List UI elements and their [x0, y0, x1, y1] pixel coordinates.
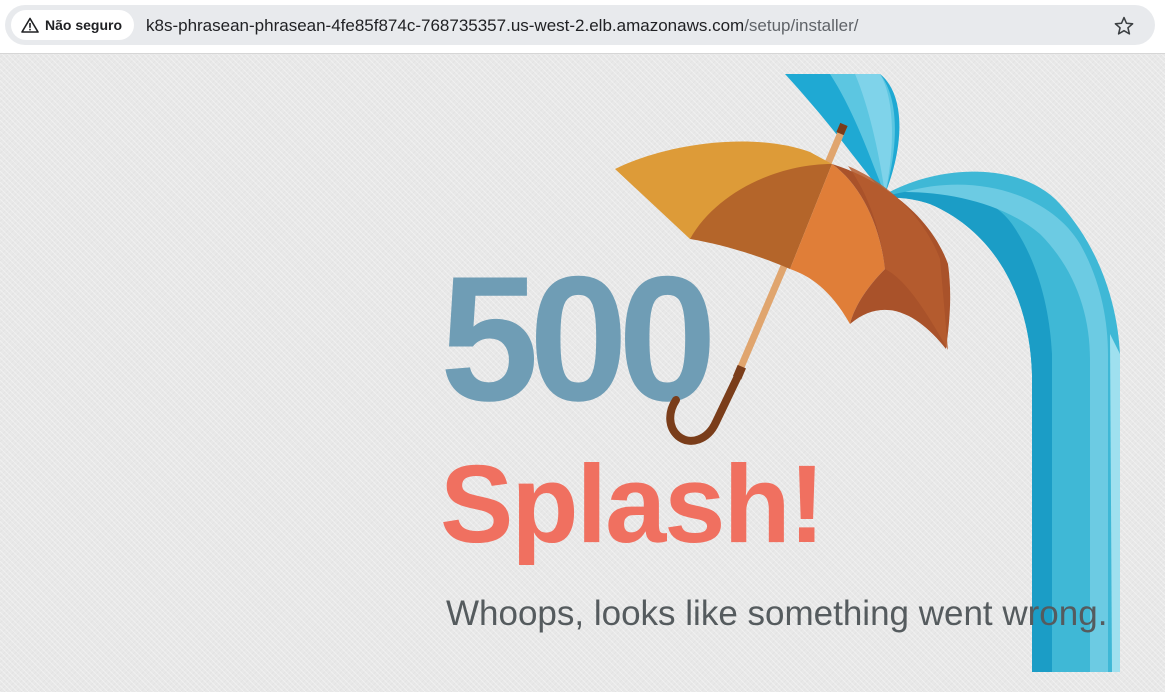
error-headline: Splash! [440, 443, 825, 566]
error-message: Whoops, looks like something went wrong. [446, 594, 1108, 633]
security-indicator[interactable]: Não seguro [11, 10, 135, 40]
url-text[interactable]: k8s-phrasean-phrasean-4fe85f874c-7687353… [146, 16, 859, 36]
url-path: /setup/installer/ [744, 16, 859, 35]
security-label: Não seguro [45, 17, 123, 33]
star-icon[interactable] [1113, 15, 1135, 37]
error-page: 500 Splash! Whoops, looks like something… [0, 54, 1165, 692]
warning-triangle-icon [21, 17, 39, 33]
browser-toolbar: Não seguro k8s-phrasean-phrasean-4fe85f8… [0, 0, 1165, 54]
url-host: k8s-phrasean-phrasean-4fe85f874c-7687353… [146, 16, 745, 35]
address-bar[interactable]: Não seguro k8s-phrasean-phrasean-4fe85f8… [5, 5, 1155, 45]
